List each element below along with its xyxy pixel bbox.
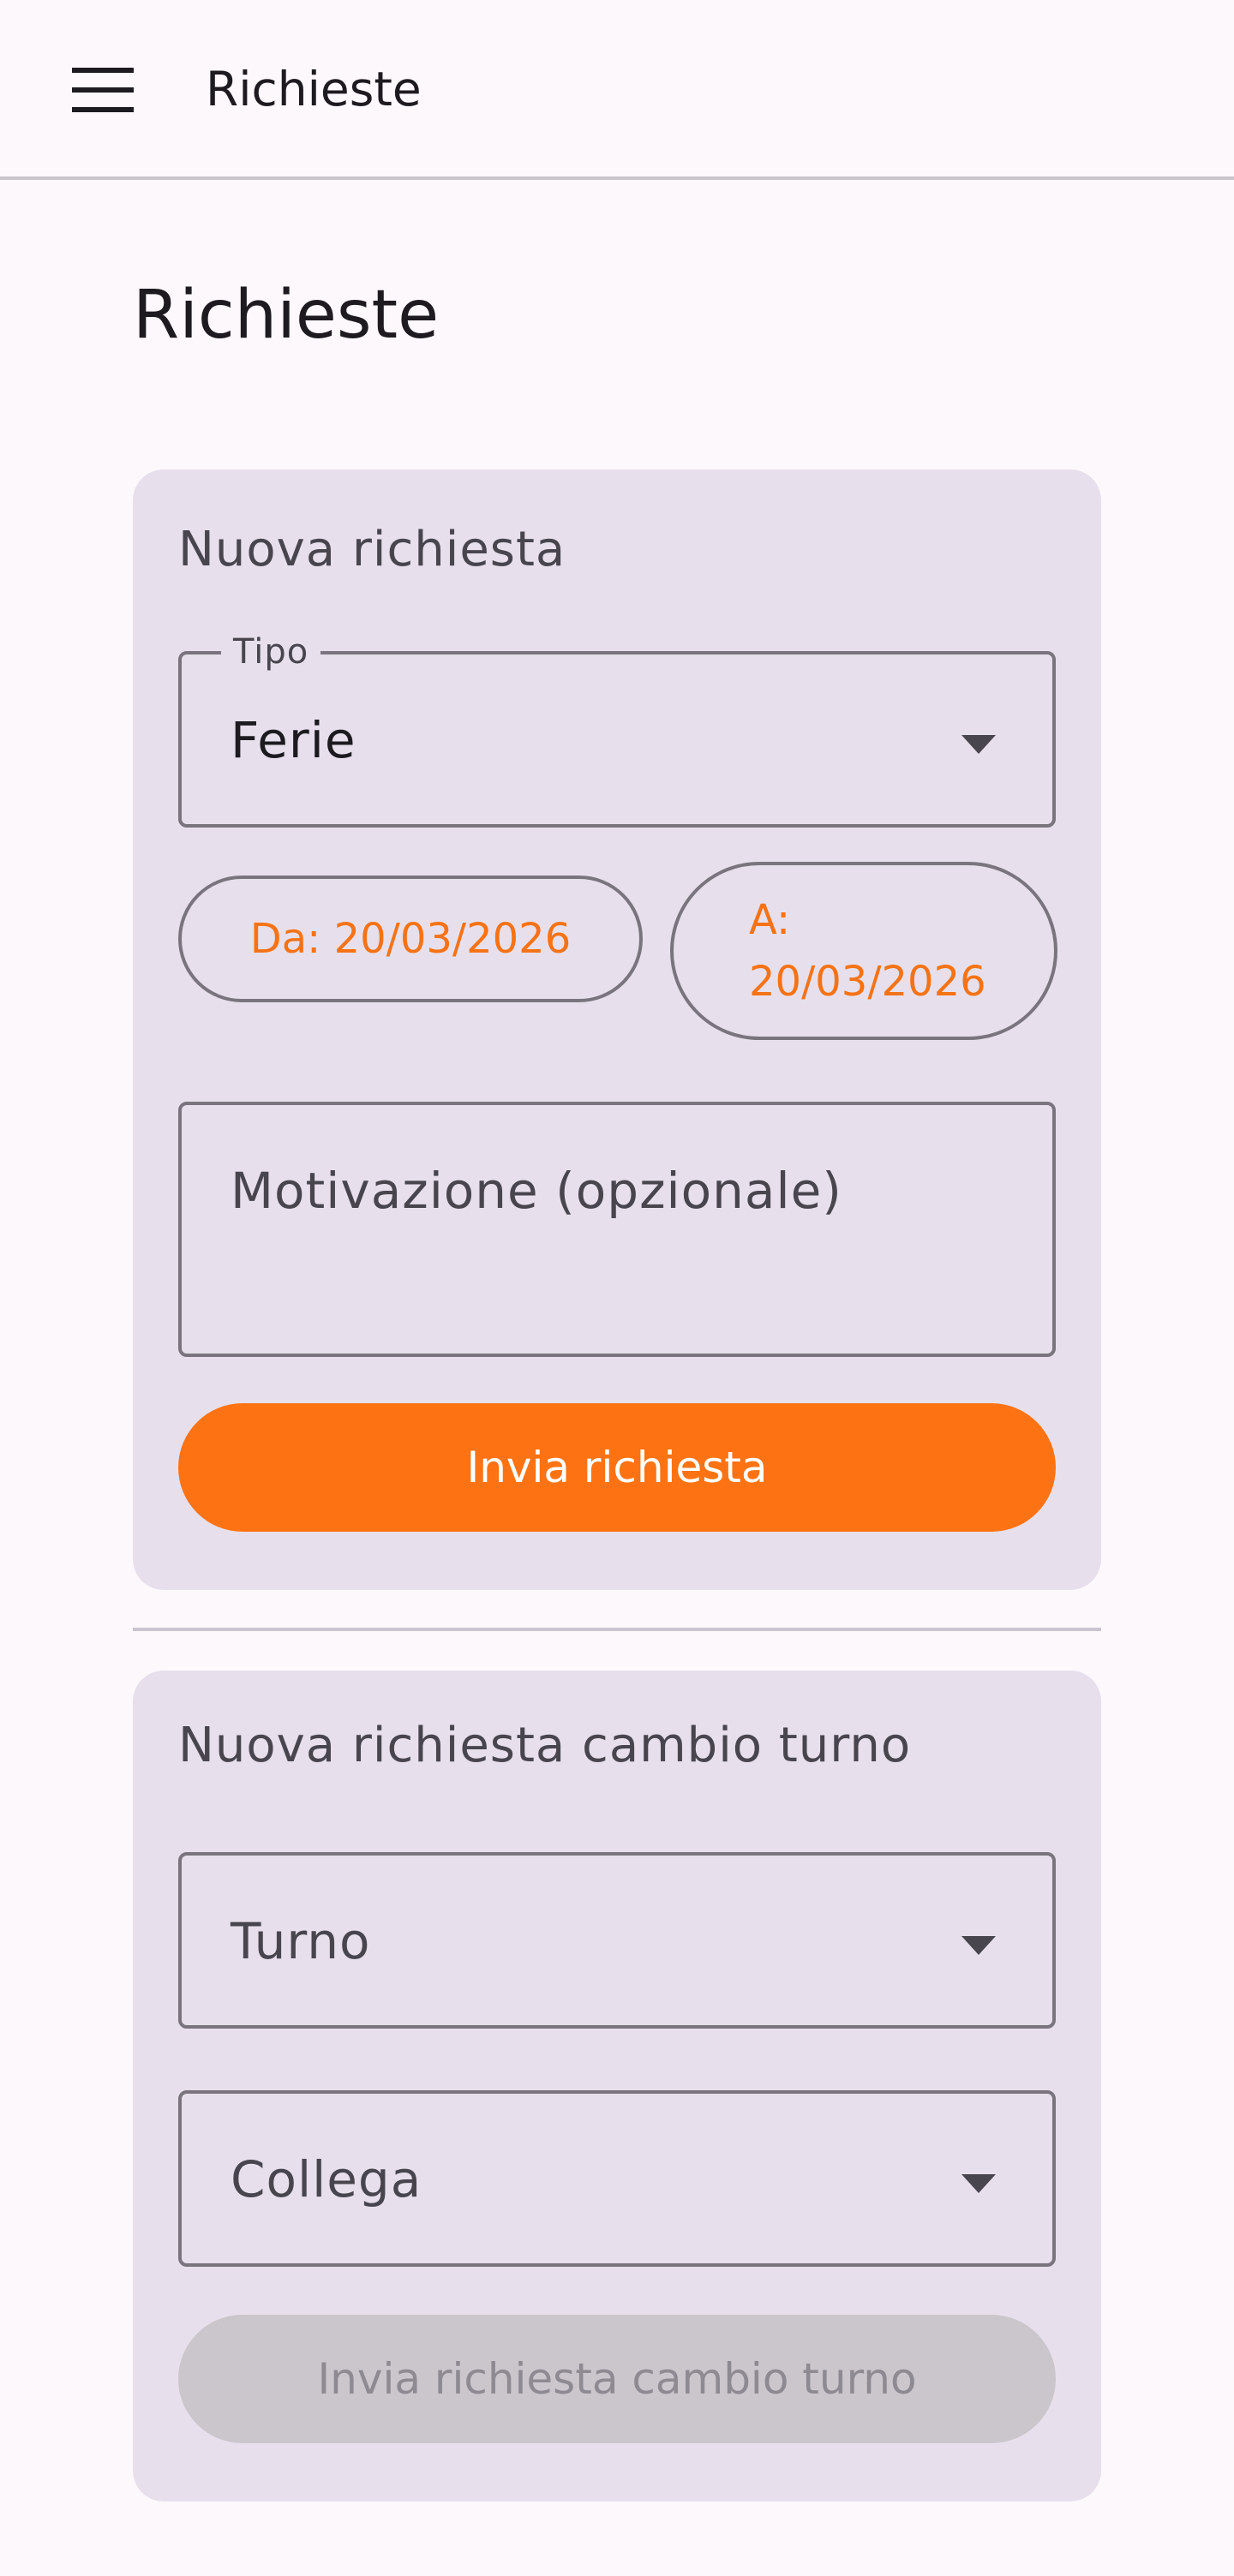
section-divider <box>133 1628 1101 1631</box>
shift-select-placeholder: Turno <box>231 1912 371 1970</box>
date-from-button[interactable]: Da: 20/03/2026 <box>178 876 643 1002</box>
page-title: Richieste <box>133 277 440 354</box>
type-select[interactable]: Tipo Ferie <box>178 631 1056 828</box>
date-to-value: 20/03/2026 <box>749 958 986 1006</box>
chevron-down-icon <box>961 735 996 754</box>
reason-textarea[interactable]: Motivazione (opzionale) <box>178 1102 1056 1357</box>
shift-change-card: Nuova richiesta cambio turno Turno Colle… <box>133 1671 1101 2501</box>
chevron-down-icon <box>961 1936 996 1955</box>
colleague-select[interactable]: Collega <box>178 2090 1056 2267</box>
new-request-title: Nuova richiesta <box>178 522 566 577</box>
type-select-value: Ferie <box>231 711 356 769</box>
type-field-label: Tipo <box>221 631 321 673</box>
shift-change-title: Nuova richiesta cambio turno <box>178 1718 912 1773</box>
hamburger-menu-icon <box>72 68 134 112</box>
chevron-down-icon <box>961 2174 996 2193</box>
app-bar-title: Richieste <box>206 62 422 117</box>
shift-select[interactable]: Turno <box>178 1852 1056 2029</box>
date-to-button[interactable]: A: 20/03/2026 <box>670 862 1057 1040</box>
new-request-card: Nuova richiesta Tipo Ferie Da: 20/03/202… <box>133 469 1101 1590</box>
menu-button[interactable] <box>51 47 154 133</box>
colleague-select-placeholder: Collega <box>231 2150 422 2208</box>
date-to-prefix: A: <box>749 896 791 944</box>
submit-shift-change-button[interactable]: Invia richiesta cambio turno <box>178 2315 1056 2443</box>
date-from-label: Da: 20/03/2026 <box>249 915 572 963</box>
reason-placeholder: Motivazione (opzionale) <box>231 1162 842 1220</box>
submit-request-button[interactable]: Invia richiesta <box>178 1403 1056 1532</box>
top-app-bar: Richieste <box>0 0 1234 180</box>
